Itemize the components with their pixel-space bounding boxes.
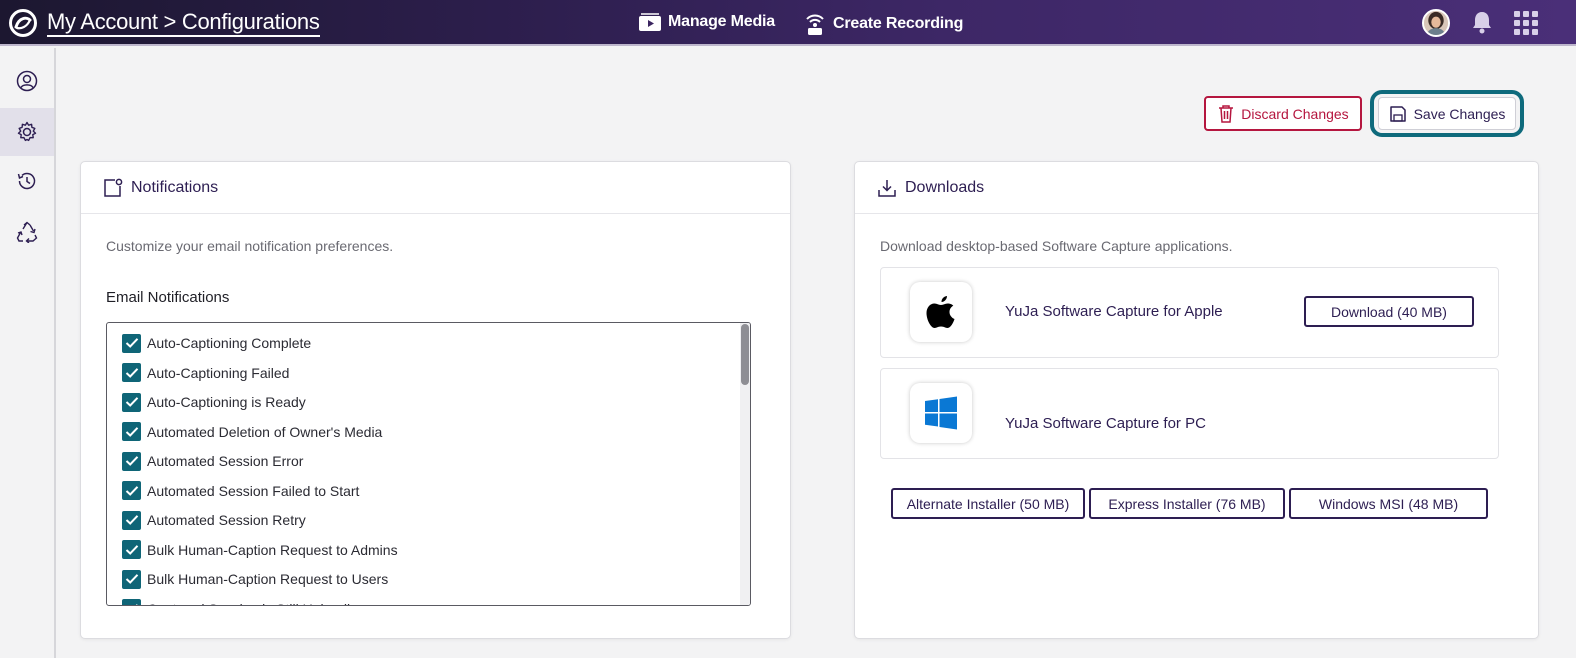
checkmark-icon [125,544,138,555]
avatar[interactable] [1422,9,1450,37]
gear-icon [17,121,37,142]
nav-manage-media[interactable]: Manage Media [638,12,775,32]
checkbox[interactable] [122,392,141,412]
scrollbar-track[interactable] [740,323,750,605]
downloads-card: Downloads Download desktop-based Softwar… [854,161,1539,639]
downloads-description: Download desktop-based Software Capture … [880,238,1233,254]
media-icon [639,13,661,31]
email-notifications-label: Email Notifications [106,289,230,306]
checkbox[interactable] [122,451,141,471]
nav-manage-media-label: Manage Media [668,13,775,30]
notification-option-label: Auto-Captioning is Ready [147,394,306,410]
discard-changes-button[interactable]: Discard Changes [1204,96,1362,131]
checkbox[interactable] [122,569,141,589]
notification-option[interactable]: Bulk Human-Caption Request to Admins [122,539,398,561]
checkmark-icon [125,456,138,466]
apple-icon [910,282,972,342]
download-apple-button[interactable]: Download (40 MB) [1304,296,1474,327]
sidebar [0,48,56,658]
history-icon [17,172,36,190]
notification-option[interactable]: Automated Session Failed to Start [122,480,359,502]
checkmark-icon [125,574,138,584]
notification-option-label: Automated Session Retry [147,512,306,528]
save-changes-button[interactable]: Save Changes [1378,97,1516,130]
app-grid-icon[interactable] [1514,11,1538,35]
discard-changes-label: Discard Changes [1241,105,1349,122]
express-installer-button[interactable]: Express Installer (76 MB) [1089,488,1285,519]
pc-app-row: YuJa Software Capture for PC [880,368,1499,459]
downloads-header: Downloads [855,162,1538,214]
sidebar-item-history[interactable] [0,157,54,205]
notification-option-label: Automated Deletion of Owner's Media [147,423,383,440]
nav-create-recording-label: Create Recording [833,15,964,32]
notification-option[interactable]: Automated Session Error [122,450,303,472]
broadcast-icon [806,14,824,35]
trash-icon [1219,104,1234,123]
sidebar-item-configurations[interactable] [0,108,54,156]
avatar-image [1424,11,1448,35]
apple-app-name: YuJa Software Capture for Apple [1005,303,1223,320]
notification-option-label: Automated Session Failed to Start [147,482,360,499]
notifications-title: Notifications [131,178,219,196]
alternate-installer-button[interactable]: Alternate Installer (50 MB) [891,488,1085,519]
notifications-description: Customize your email notification prefer… [106,238,394,254]
checkbox[interactable] [122,481,141,500]
scrollbar-thumb[interactable] [741,324,749,385]
save-icon [1389,105,1406,122]
checkmark-icon [125,515,138,525]
notification-option-label: Bulk Human-Caption Request to Users [147,571,389,587]
downloads-title: Downloads [905,178,985,196]
notification-option[interactable]: Auto-Captioning Complete [122,332,311,354]
notification-option[interactable]: Automated Deletion of Owner's Media [122,421,382,443]
apple-app-row: YuJa Software Capture for Apple Download… [880,267,1499,358]
notification-option[interactable]: Captured Session is Still Uploading [122,598,366,606]
checkbox[interactable] [122,363,141,382]
pc-app-name: YuJa Software Capture for PC [1005,415,1206,432]
checkmark-icon [125,367,138,378]
checkbox[interactable] [122,540,141,559]
notification-option-label: Auto-Captioning Complete [147,335,312,351]
notification-option[interactable]: Bulk Human-Caption Request to Users [122,568,388,590]
notification-option-label: Bulk Human-Caption Request to Admins [147,541,398,558]
checkmark-icon [125,338,138,348]
checkmark-icon [125,397,138,407]
notification-option-label: Auto-Captioning Failed [147,364,290,381]
notification-option-label: Captured Session is Still Uploading [147,601,366,606]
checkbox[interactable] [122,510,141,530]
notification-icon [104,178,123,197]
checkbox[interactable] [122,422,141,441]
recycle-icon [16,221,38,243]
windows-msi-button[interactable]: Windows MSI (48 MB) [1289,488,1488,519]
notification-option[interactable]: Auto-Captioning is Ready [122,391,306,413]
checkbox[interactable] [122,599,141,605]
notification-option[interactable]: Automated Session Retry [122,509,306,531]
top-bar: My Account > Configurations Manage Media… [0,0,1576,46]
user-circle-icon [16,70,38,92]
notifications-card: Notifications Customize your email notif… [80,161,791,639]
checkbox[interactable] [122,333,141,353]
checkmark-icon [125,426,138,437]
notification-option[interactable]: Auto-Captioning Failed [122,362,289,384]
checkmark-icon [134,603,138,605]
email-notifications-list[interactable]: Auto-Captioning Complete Auto-Captioning … [106,322,751,606]
sidebar-item-recycle[interactable] [0,208,54,256]
bell-icon[interactable] [1471,10,1493,34]
notifications-header: Notifications [81,162,790,214]
notification-option-label: Automated Session Error [147,453,304,469]
windows-icon [910,383,972,443]
download-icon [878,179,896,197]
save-changes-label: Save Changes [1413,105,1506,122]
breadcrumb[interactable]: My Account > Configurations [47,10,320,37]
nav-create-recording[interactable]: Create Recording [803,12,963,36]
checkmark-icon [125,485,138,496]
yuja-logo-icon[interactable] [7,8,39,38]
sidebar-item-profile[interactable] [0,57,54,105]
